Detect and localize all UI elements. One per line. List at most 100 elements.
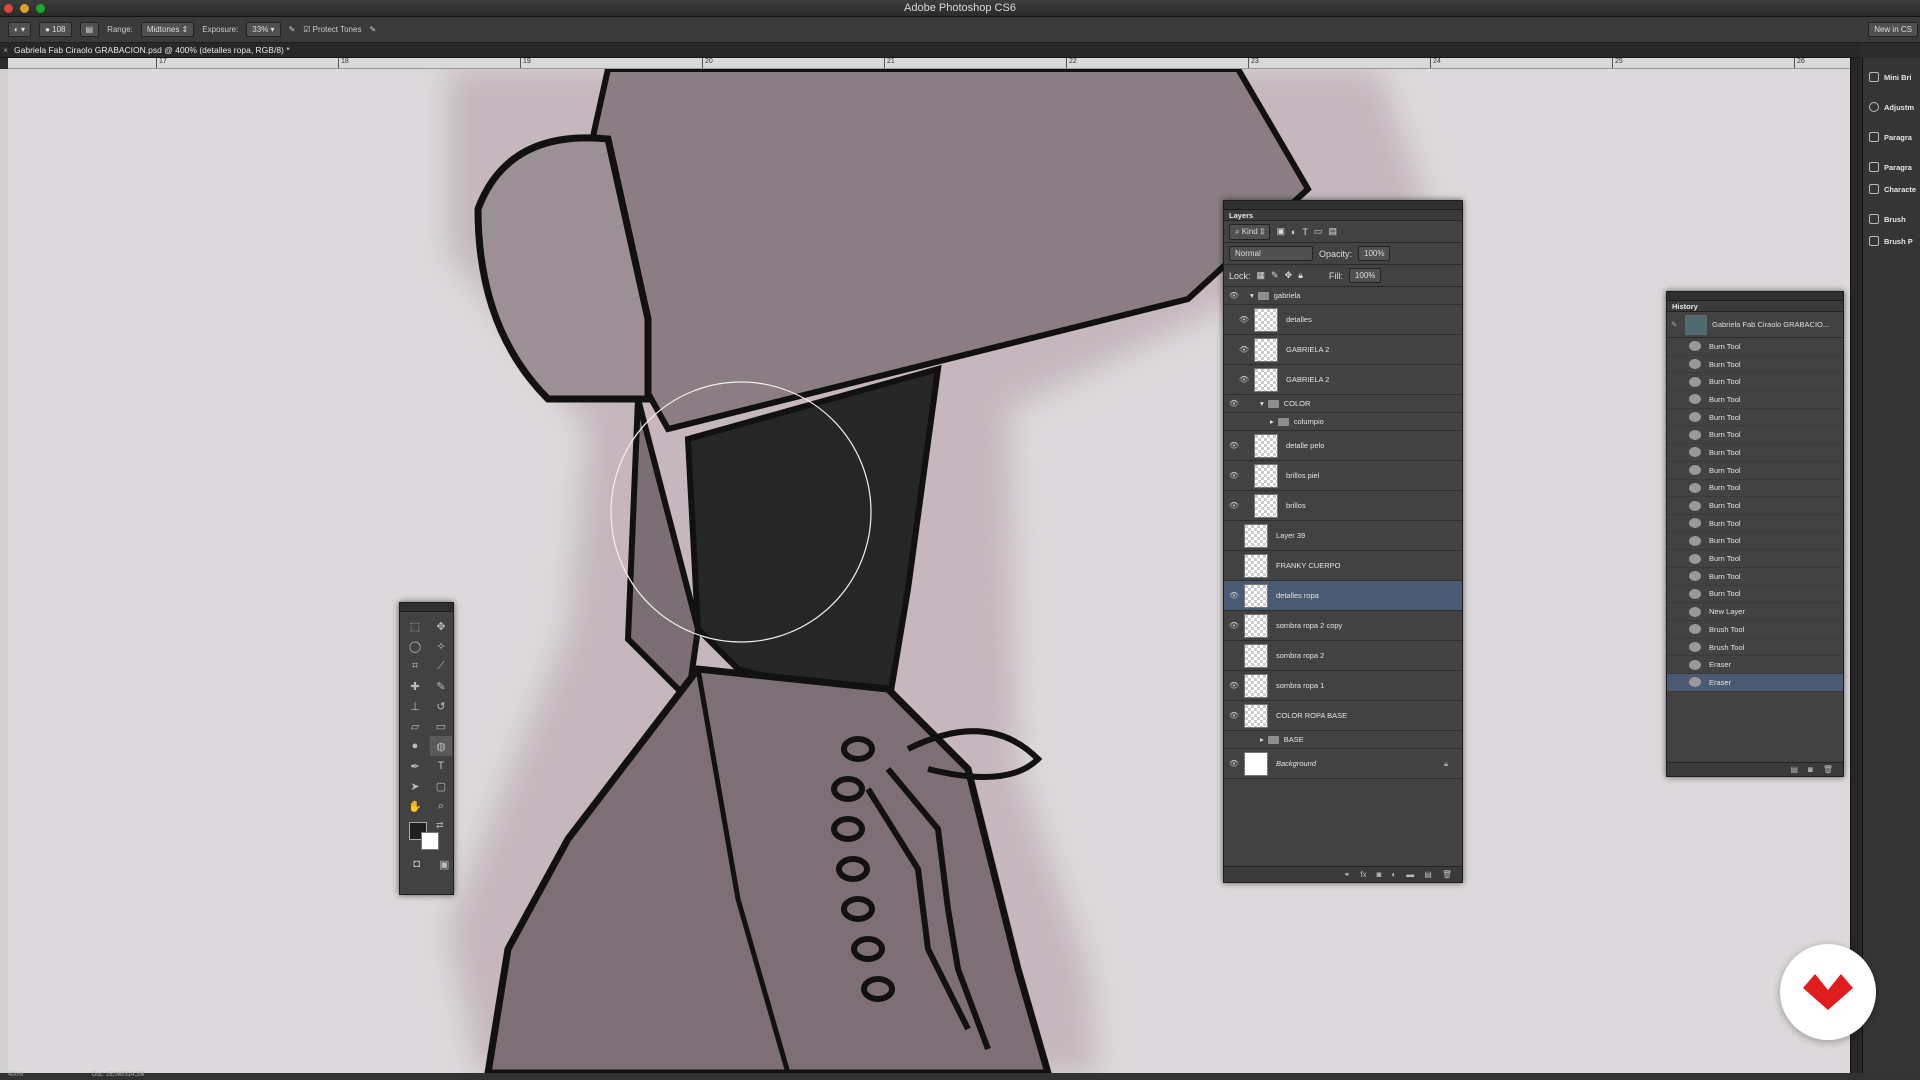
delete-layer-icon[interactable]: 🗑︎ — [1442, 870, 1452, 879]
delete-state-icon[interactable]: 🗑︎ — [1823, 765, 1833, 774]
zoom-tool-icon[interactable]: ⌕ — [430, 796, 452, 816]
swap-colors-icon[interactable]: ⇄ — [436, 820, 444, 831]
history-panel-drag-bar[interactable] — [1667, 292, 1843, 301]
lock-image-icon[interactable]: ✎ — [1271, 270, 1279, 281]
history-snapshot[interactable]: ✎ Gabriela Fab Ciraolo GRABACIO... — [1667, 312, 1843, 338]
eraser-tool-icon[interactable]: ▱ — [404, 716, 426, 736]
healing-brush-tool-icon[interactable]: ✚ — [404, 676, 426, 696]
dock-brush[interactable]: Brush — [1863, 208, 1920, 230]
dock-collapse-strip[interactable] — [1850, 58, 1860, 1073]
path-selection-tool-icon[interactable]: ➤ — [404, 776, 426, 796]
screen-mode-icon[interactable]: ▣ — [436, 854, 454, 874]
range-select[interactable]: Midtones ⇕ — [140, 22, 195, 37]
document-tab[interactable]: × Gabriela Fab Ciraolo GRABACION.psd @ 4… — [0, 43, 1860, 58]
visibility-eye-icon[interactable]: 👁︎ — [1224, 681, 1244, 690]
filter-smart-object-icon[interactable]: ▤ — [1328, 226, 1337, 237]
quick-mask-icon[interactable]: ◘ — [408, 854, 426, 874]
filter-shape-icon[interactable]: ▭ — [1314, 226, 1323, 237]
history-state[interactable]: Burn Tool — [1667, 586, 1843, 604]
history-state[interactable]: Burn Tool — [1667, 550, 1843, 568]
dock-paragraph-styles[interactable]: Paragra — [1863, 126, 1920, 148]
visibility-eye-icon[interactable]: 👁︎ — [1224, 759, 1244, 768]
fill-input[interactable]: 100% — [1348, 268, 1382, 283]
burn-tool-icon[interactable]: ◍ — [430, 736, 452, 756]
layer-row[interactable]: 👁︎ brillos piel — [1224, 461, 1462, 491]
history-state[interactable]: New Layer — [1667, 603, 1843, 621]
history-state[interactable]: Burn Tool — [1667, 480, 1843, 498]
zoom-window-button[interactable] — [36, 4, 45, 13]
filter-adjustment-icon[interactable]: ◐ — [1291, 227, 1296, 237]
new-layer-icon[interactable]: ▤ — [1424, 870, 1432, 879]
layer-row[interactable]: 👁︎ COLOR ROPA BASE — [1224, 701, 1462, 731]
history-state[interactable]: Burn Tool — [1667, 426, 1843, 445]
layer-group-columpio[interactable]: ▸ columpio — [1224, 413, 1462, 431]
marquee-tool-icon[interactable]: ⬚ — [404, 616, 426, 636]
layer-row[interactable]: 👁︎ sombra ropa 2 copy — [1224, 611, 1462, 641]
history-state[interactable]: Eraser — [1667, 674, 1843, 692]
brush-panel-toggle[interactable]: ▤ — [79, 22, 100, 37]
layer-row[interactable]: 👁︎ brillos — [1224, 491, 1462, 521]
brush-tool-icon[interactable]: ✎ — [430, 676, 452, 696]
layer-row[interactable]: sombra ropa 2 — [1224, 641, 1462, 671]
layer-row[interactable]: 👁︎ GABRIELA 2 — [1224, 335, 1462, 365]
layer-row-background[interactable]: 👁︎ Background 🔒︎ — [1224, 749, 1462, 779]
history-tab[interactable]: History — [1667, 301, 1843, 312]
visibility-eye-icon[interactable]: 👁︎ — [1224, 591, 1244, 600]
history-state[interactable]: Burn Tool — [1667, 444, 1843, 462]
lock-all-icon[interactable]: 🔒︎ — [1298, 270, 1303, 281]
layer-row[interactable]: FRANKY CUERPO — [1224, 551, 1462, 581]
exposure-input[interactable]: 33% ▾ — [246, 22, 281, 37]
new-snapshot-icon[interactable]: ◙ — [1808, 765, 1813, 774]
history-state[interactable]: Burn Tool — [1667, 497, 1843, 515]
visibility-eye-icon[interactable]: 👁︎ — [1234, 375, 1254, 384]
history-state[interactable]: Burn Tool — [1667, 373, 1843, 392]
tools-panel-header[interactable] — [400, 603, 453, 612]
layer-row-selected[interactable]: 👁︎ detalles ropa — [1224, 581, 1462, 611]
lock-transparent-icon[interactable]: ▦ — [1257, 270, 1266, 281]
dock-adjustments[interactable]: Adjustm — [1863, 96, 1920, 118]
crop-tool-icon[interactable]: ⌗ — [404, 656, 426, 676]
workspace-new-in-button[interactable]: New in CS — [1868, 22, 1918, 37]
layer-row[interactable]: 👁︎ GABRIELA 2 — [1224, 365, 1462, 395]
document-canvas[interactable] — [8, 69, 1850, 1073]
filter-pixel-icon[interactable]: ▣ — [1276, 226, 1285, 237]
visibility-eye-icon[interactable]: 👁︎ — [1224, 711, 1244, 720]
history-state[interactable]: Burn Tool — [1667, 533, 1843, 551]
layer-row[interactable]: 👁︎ detalles — [1224, 305, 1462, 335]
blend-mode-select[interactable]: Normal — [1229, 246, 1313, 261]
magic-wand-tool-icon[interactable]: ✧ — [430, 636, 452, 656]
layer-row[interactable]: 👁︎ sombra ropa 1 — [1224, 671, 1462, 701]
lock-position-icon[interactable]: ✥ — [1285, 270, 1293, 281]
new-group-icon[interactable]: ▬ — [1406, 870, 1414, 879]
history-state[interactable]: Burn Tool — [1667, 356, 1843, 374]
history-brush-tool-icon[interactable]: ↺ — [430, 696, 452, 716]
gradient-tool-icon[interactable]: ▭ — [430, 716, 452, 736]
protect-tones-checkbox[interactable]: ☑ Protect Tones — [303, 25, 361, 34]
layer-row[interactable]: 👁︎ detalle pelo — [1224, 431, 1462, 461]
dock-mini-bridge[interactable]: Mini Bri — [1863, 66, 1920, 88]
dock-paragraph[interactable]: Paragra — [1863, 156, 1920, 178]
minimize-window-button[interactable] — [20, 4, 29, 13]
close-tab-icon[interactable]: × — [3, 43, 8, 58]
visibility-eye-icon[interactable]: 👁︎ — [1224, 621, 1244, 630]
filter-type-icon[interactable]: T — [1302, 227, 1308, 237]
link-layers-icon[interactable]: ⚭ — [1344, 870, 1351, 879]
eyedropper-tool-icon[interactable]: ⟋ — [430, 656, 452, 676]
history-state[interactable]: Burn Tool — [1667, 338, 1843, 356]
history-state[interactable]: Burn Tool — [1667, 391, 1843, 409]
history-state[interactable]: Burn Tool — [1667, 409, 1843, 427]
clone-stamp-tool-icon[interactable]: ⊥ — [404, 696, 426, 716]
history-state[interactable]: Burn Tool — [1667, 568, 1843, 586]
move-tool-icon[interactable]: ✥ — [430, 616, 452, 636]
visibility-eye-icon[interactable]: 👁︎ — [1234, 315, 1254, 324]
visibility-eye-icon[interactable]: 👁︎ — [1224, 291, 1244, 300]
layer-group-color[interactable]: 👁︎ ▾ COLOR — [1224, 395, 1462, 413]
layers-tab[interactable]: Layers — [1224, 210, 1462, 221]
visibility-eye-icon[interactable]: 👁︎ — [1224, 501, 1244, 510]
hand-tool-icon[interactable]: ✋ — [404, 796, 426, 816]
lasso-tool-icon[interactable]: ◯ — [404, 636, 426, 656]
layer-filter-kind-select[interactable]: ⌕ Kind ⇕ — [1229, 223, 1271, 240]
close-window-button[interactable] — [4, 4, 13, 13]
rectangle-tool-icon[interactable]: ▢ — [430, 776, 452, 796]
pressure-size-icon[interactable]: ✎ — [369, 25, 376, 34]
